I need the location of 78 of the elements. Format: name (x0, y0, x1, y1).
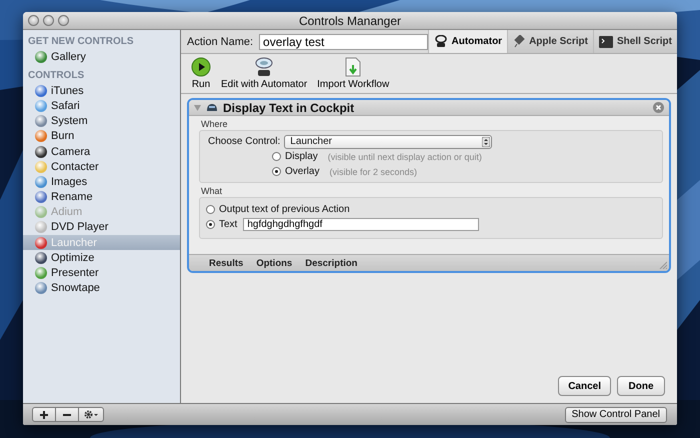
show-panel-button[interactable]: Show Control Panel (564, 406, 667, 422)
app-icon (35, 100, 47, 112)
radio-button[interactable] (272, 167, 281, 176)
section-label: Where (200, 118, 229, 130)
app-icon (35, 221, 47, 234)
play-icon (191, 57, 211, 77)
script-icon (513, 35, 526, 48)
app-icon (35, 252, 47, 264)
terminal-icon (598, 36, 613, 48)
sidebar-item[interactable]: Gallery (23, 49, 180, 64)
sidebar-item[interactable]: Contacter (23, 159, 180, 174)
action-name-field[interactable]: overlay test (259, 34, 428, 50)
window-control[interactable] (58, 15, 69, 26)
plus-icon (40, 410, 48, 418)
footer-tab[interactable]: Options (256, 258, 292, 268)
section-header: GET NEW CONTROLS (27, 35, 135, 49)
sidebar-item[interactable]: Images (23, 174, 180, 190)
sidebar-item[interactable]: System (23, 114, 180, 129)
sidebar-item[interactable]: iTunes (23, 83, 180, 98)
add-button[interactable] (32, 407, 56, 422)
actions-button[interactable] (78, 407, 104, 422)
app-icon (35, 191, 47, 204)
field-label: Action Name: (187, 36, 254, 48)
app-icon (35, 267, 47, 280)
sidebar-item[interactable]: Camera (23, 144, 180, 160)
dialog-button[interactable]: Cancel (558, 376, 611, 396)
dialog-button[interactable]: Done (617, 376, 665, 396)
section-header: CONTROLS (27, 69, 86, 84)
tab[interactable]: Shell Script (592, 30, 677, 53)
radio-button[interactable] (272, 152, 281, 161)
app-icon (35, 84, 47, 97)
radio-button[interactable] (206, 205, 215, 214)
app-icon (35, 160, 47, 173)
sidebar-item[interactable]: Burn (23, 128, 180, 144)
app-icon (35, 146, 47, 158)
action-title: Display Text in Cockpit (223, 100, 356, 114)
toolbar-button[interactable]: Import Workflow (317, 57, 390, 90)
sidebar-item[interactable]: Optimize (23, 250, 180, 266)
section-label: What (200, 185, 224, 197)
toolbar-button[interactable]: Edit with Automator (221, 57, 308, 90)
minus-icon (63, 414, 71, 416)
field-label: Choose Control: (208, 136, 280, 147)
app-icon (35, 130, 47, 142)
resize-grip-icon[interactable] (659, 261, 667, 269)
stepper-arrows-icon (482, 136, 490, 146)
window-control[interactable] (43, 15, 54, 26)
app-icon (35, 206, 47, 218)
sidebar-item[interactable]: Rename (23, 190, 180, 205)
tab[interactable]: Automator (428, 30, 508, 53)
helmet-icon (206, 103, 218, 112)
document-icon (344, 57, 362, 77)
footer-tab[interactable]: Results (209, 258, 244, 268)
app-icon (35, 176, 47, 188)
option-hint: (visible until next display action or quit) (328, 152, 482, 162)
gear-icon (84, 410, 98, 419)
text-field[interactable]: hgfdghgdhgfhgdf (243, 218, 480, 231)
app-icon (35, 50, 47, 63)
radio-label: Output text of previous Action (219, 204, 350, 215)
sidebar-item[interactable]: Presenter (23, 265, 180, 281)
window-title: Controls Mananger (298, 14, 402, 28)
control-dropdown[interactable]: Launcher (284, 134, 492, 148)
sidebar-item[interactable]: Snowtape (23, 280, 180, 296)
sidebar-item[interactable]: Safari (23, 98, 180, 114)
radio-label: Text (219, 219, 238, 230)
radio-label: Display (285, 151, 318, 162)
app-icon (35, 282, 47, 294)
option-hint: (visible for 2 seconds) (329, 166, 417, 176)
tab[interactable]: Apple Script (507, 30, 593, 53)
radio-label: Overlay (285, 166, 320, 177)
radio-button[interactable] (206, 220, 215, 229)
app-icon (35, 115, 47, 128)
app-icon (35, 236, 47, 249)
remove-button[interactable] (55, 407, 79, 422)
toolbar-button[interactable]: Run (191, 57, 211, 90)
window-control[interactable] (28, 15, 39, 26)
sidebar-item[interactable]: DVD Player (23, 220, 180, 236)
footer-tab[interactable]: Description (305, 258, 358, 268)
close-icon[interactable] (653, 102, 664, 113)
